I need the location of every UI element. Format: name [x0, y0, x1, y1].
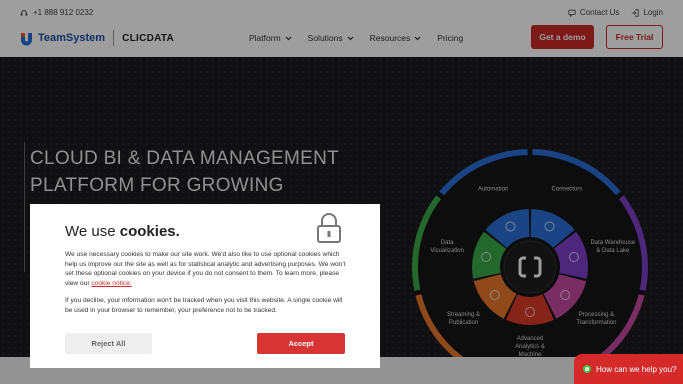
- chat-label: How can we help you?: [596, 364, 677, 374]
- accept-button[interactable]: Accept: [257, 333, 345, 354]
- lock-icon: [317, 213, 341, 243]
- online-status-icon: [583, 365, 591, 373]
- cookie-notice-link[interactable]: cookie notice.: [91, 280, 131, 287]
- cookie-dialog-title: We use cookies.: [65, 223, 180, 240]
- reject-all-button[interactable]: Reject All: [65, 333, 152, 354]
- title-bold: cookies.: [119, 223, 180, 240]
- cookie-text-decline: If you decline, your information won't b…: [65, 297, 343, 314]
- chat-widget[interactable]: How can we help you?: [574, 354, 683, 384]
- cookie-consent-dialog: We use cookies. We use necessary cookies…: [30, 204, 380, 368]
- title-prefix: We use: [65, 223, 116, 240]
- cookie-text-main: We use necessary cookies to make our sit…: [65, 250, 350, 288]
